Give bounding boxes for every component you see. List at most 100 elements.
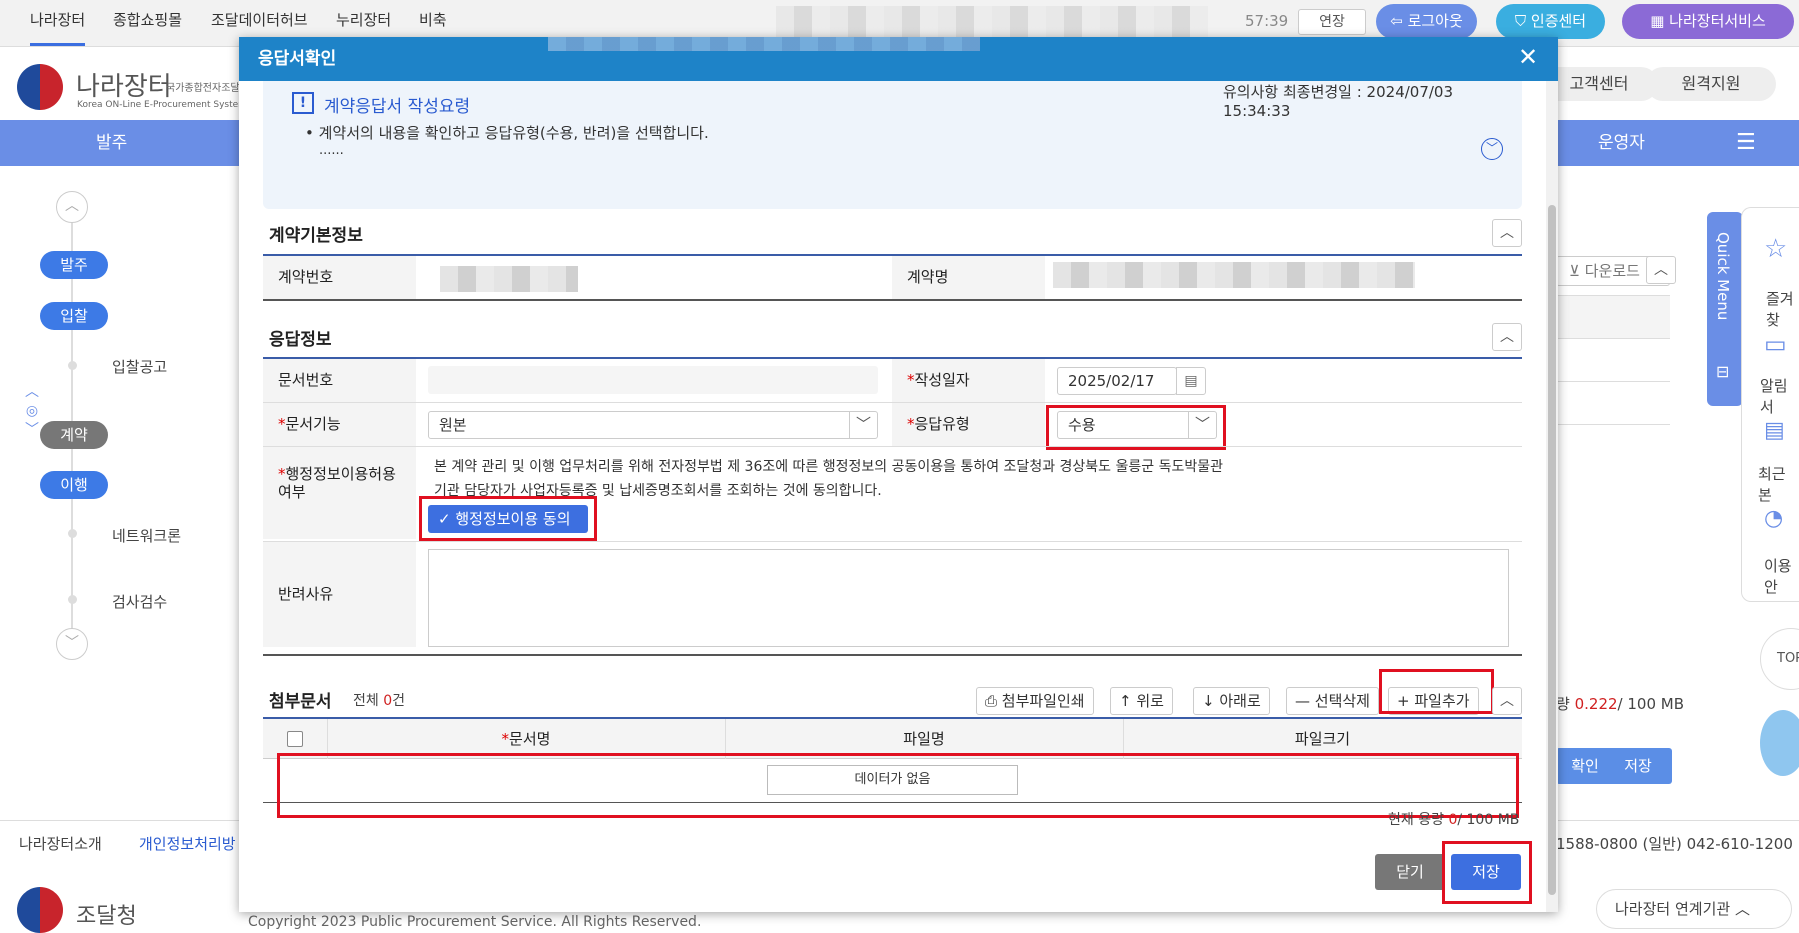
step-performance[interactable]: 이행 [40,471,108,499]
label-admin-info: *행정정보이용허용여부 [263,447,416,539]
rail-dot [68,361,77,370]
date-input[interactable]: 2025/02/17 [1057,367,1177,395]
gnb-item-narajangteo[interactable]: 나라장터 [30,0,86,46]
label-doc-func: *문서기능 [263,403,416,446]
footer-privacy-link[interactable]: 개인정보처리방 [139,833,236,854]
quick-recent[interactable]: 최근본 [1758,463,1799,505]
mascot-icon[interactable] [1760,710,1799,776]
blurred-region [548,37,980,51]
highlight-attach-table [277,753,1519,818]
label-contract-name: 계약명 [892,256,1045,299]
extend-session-button[interactable]: 연장 [1298,9,1366,35]
step-contract[interactable]: 계약 [40,421,108,449]
minus-icon: — [1295,692,1315,710]
linked-agencies-select[interactable]: 나라장터 연계기관 ︿ [1596,889,1792,929]
cert-center-button[interactable]: ⛉ 인증센터 [1496,4,1605,39]
row-divider [263,541,1522,542]
logout-button[interactable]: ⇦ 로그아웃 [1376,4,1477,39]
gnb-item-shopping-mall[interactable]: 종합쇼핑몰 [113,0,182,46]
dialog-title: 응답서확인 [258,49,337,69]
highlight-add-file [1379,669,1494,714]
section-title-basic: 계약기본정보 [269,226,363,246]
chevron-down-icon: ﹀ [849,411,877,439]
close-icon[interactable]: ✕ [1518,43,1538,71]
expand-chevron-icon[interactable]: ﹀ [1481,138,1503,160]
delete-selected-button[interactable]: — 선택삭제 [1286,687,1379,715]
service-button[interactable]: ▦ 나라장터서비스 [1622,4,1794,39]
logo-icon [17,64,63,110]
table-bottom-border [263,654,1522,656]
response-confirm-dialog: 응답서확인 ✕ ! 계약응답서 작성요령 유의사항 최종변경일 : 2024/0… [239,37,1558,912]
attach-capacity: 현재 용량 0/ 100 MB [1388,812,1520,828]
quick-favorites[interactable]: 즐겨찾 [1766,288,1799,330]
bg-table-row [1556,295,1670,339]
select-all-checkbox[interactable] [287,731,303,747]
footer-intro-link[interactable]: 나라장터소개 [19,833,102,854]
collapse-response-chevron-icon[interactable]: ︿ [1492,323,1522,351]
rail-dot [68,595,77,604]
print-attach-button[interactable]: ⎙ 첨부파일인쇄 [976,687,1094,715]
guide-box: ! 계약응답서 작성요령 유의사항 최종변경일 : 2024/07/03 15:… [263,81,1522,209]
collapse-chevron-icon[interactable]: ︿ [1646,256,1676,284]
contract-no-value [440,266,578,292]
row-divider [263,446,1522,447]
section-title-response: 응답정보 [269,330,332,350]
help-icon: ◔ [1764,506,1784,531]
highlight-resp-type [1046,405,1226,450]
bg-save-button[interactable]: 저장 [1604,748,1672,784]
sub-bid-notice[interactable]: 입찰공고 [112,356,167,377]
quick-notice[interactable]: 알림서 [1760,375,1799,417]
printer-icon: ⎙ [985,692,1002,710]
scrollbar-thumb[interactable] [1548,205,1556,895]
guide-ellipsis: ...... [319,143,344,158]
section-title-attach: 첨부문서 [269,692,332,712]
arrow-up-icon: ↑ [1119,692,1137,710]
remote-support-button[interactable]: 원격지원 [1646,67,1776,101]
guide-line: • 계약서의 내용을 확인하고 응답유형(수용, 반려)을 선택합니다. [305,124,709,142]
doc-no-field [428,366,878,394]
table-bottom-border [263,299,1522,301]
folder-icon: ▭ [1764,330,1787,358]
logout-icon: ⇦ [1390,12,1408,30]
quick-usage[interactable]: 이용안 [1764,555,1799,597]
mouse-scroll-icon: ︿ ◎ ﹀ [25,384,39,438]
top-button[interactable]: TOP [1760,628,1799,690]
rail-dot [68,529,77,538]
move-down-button[interactable]: ↓ 아래로 [1193,687,1270,715]
sub-inspection[interactable]: 검사검수 [112,591,167,612]
footer-phone: 1588-0800 (일반) 042-610-1200 [1556,835,1793,853]
agency-name: 조달청 [76,904,137,929]
nav-item-order[interactable]: 발주 [96,120,127,166]
nav-item-operator[interactable]: 운영자 [1598,120,1645,166]
star-icon: ☆ [1764,234,1788,264]
grid-icon: ▦ [1650,12,1670,30]
doc-func-select[interactable]: 원본 ﹀ [428,411,878,439]
calendar-icon[interactable]: ▤ [1176,367,1206,395]
attach-count: 전체 0건 [353,693,406,709]
collapse-attach-chevron-icon[interactable]: ︿ [1492,687,1522,715]
bg-table-row [1556,339,1670,382]
step-order[interactable]: 발주 [40,251,108,279]
dialog-scrollbar[interactable] [1546,81,1558,912]
sub-network-loan[interactable]: 네트워크론 [112,525,181,546]
label-date: *작성일자 [892,359,1045,402]
move-up-button[interactable]: ↑ 위로 [1110,687,1173,715]
rail-up-chevron-icon[interactable]: ︿ [56,191,88,223]
hamburger-menu-icon[interactable]: ☰ [1736,120,1756,166]
logo-text: 나라장터 [76,72,172,102]
label-doc-no: 문서번호 [263,359,416,402]
guide-title: 계약응답서 작성요령 [324,97,471,117]
agency-logo-icon [17,887,63,933]
reject-reason-textarea[interactable] [428,549,1509,647]
quick-menu-tab[interactable]: Quick Menu ⊟ [1707,212,1743,406]
minus-box-icon: ⊟ [1716,362,1730,381]
guide-updated: 유의사항 최종변경일 : 2024/07/03 15:34:33 [1223,83,1454,120]
close-button[interactable]: 닫기 [1375,854,1445,890]
rail-down-chevron-icon[interactable]: ﹀ [56,628,88,660]
arrow-down-icon: ↓ [1202,692,1220,710]
session-timer: 57:39 [1245,12,1289,30]
bg-table-row [1556,382,1670,425]
collapse-basic-chevron-icon[interactable]: ︿ [1492,219,1522,247]
logo-en: Korea ON-Line E-Procurement System [77,100,247,110]
step-bid[interactable]: 입찰 [40,302,108,330]
